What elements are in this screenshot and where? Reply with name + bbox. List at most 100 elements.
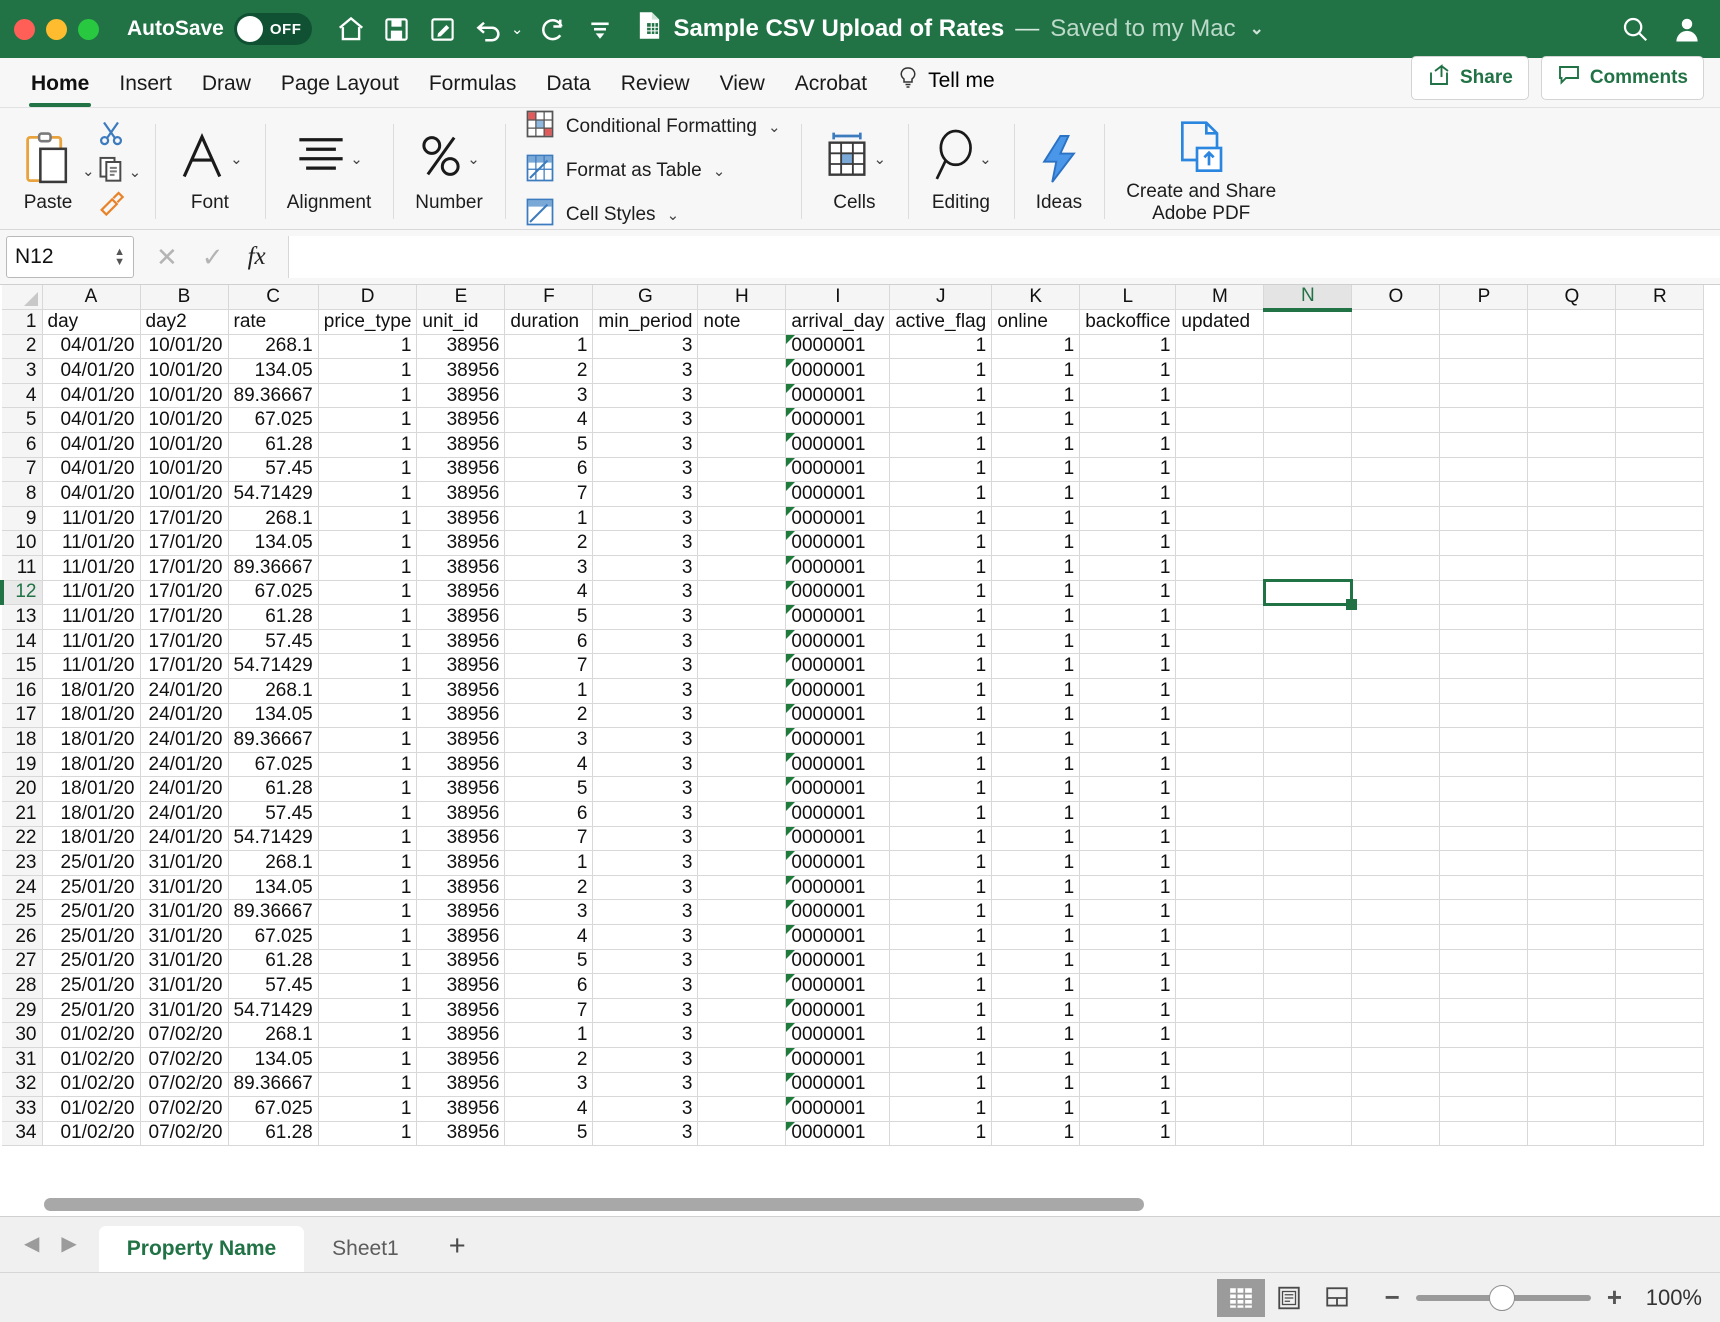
cell-L9[interactable]: 1 [1079, 506, 1177, 532]
cell-E8[interactable]: 38956 [416, 481, 506, 507]
cell-E28[interactable]: 38956 [416, 973, 506, 999]
cell-G14[interactable]: 3 [592, 629, 699, 655]
cell-O7[interactable] [1351, 457, 1441, 483]
cell-Q14[interactable] [1527, 629, 1617, 655]
insert-function-icon[interactable]: fx [248, 243, 266, 271]
cell-D14[interactable]: 1 [318, 629, 418, 655]
cell-F3[interactable]: 2 [504, 358, 594, 384]
cell-F17[interactable]: 2 [504, 703, 594, 729]
table-row[interactable]: 33 01/02/20 07/02/20 67.025 1 38956 4 3 0000001 1… [2, 1096, 1705, 1122]
cell-H31[interactable] [697, 1047, 787, 1073]
row-header-26[interactable]: 26 [2, 924, 43, 950]
table-row[interactable]: 1 day day2 rate price_type unit_id duration min… [2, 309, 1705, 335]
cell-O17[interactable] [1351, 703, 1441, 729]
cell-H23[interactable] [697, 850, 787, 876]
cell-G22[interactable]: 3 [592, 826, 699, 852]
cell-I17[interactable]: 0000001 [785, 703, 891, 729]
cell-O28[interactable] [1351, 973, 1441, 999]
cell-F2[interactable]: 1 [504, 334, 594, 360]
cell-O30[interactable] [1351, 1022, 1441, 1048]
cell-M30[interactable] [1175, 1022, 1265, 1048]
cell-H25[interactable] [697, 899, 787, 925]
cell-J19[interactable]: 1 [889, 752, 993, 778]
page-break-view-button[interactable] [1313, 1279, 1361, 1317]
cell-D30[interactable]: 1 [318, 1022, 418, 1048]
cell-G17[interactable]: 3 [592, 703, 699, 729]
cell-C33[interactable]: 67.025 [228, 1096, 319, 1122]
cell-M19[interactable] [1175, 752, 1265, 778]
cell-J22[interactable]: 1 [889, 826, 993, 852]
cell-M9[interactable] [1175, 506, 1265, 532]
cell-B27[interactable]: 31/01/20 [140, 949, 229, 975]
row-header-12[interactable]: 12 [0, 580, 43, 606]
cell-styles-chevron-icon[interactable]: ⌄ [667, 206, 680, 224]
cell-D2[interactable]: 1 [318, 334, 418, 360]
row-header-22[interactable]: 22 [2, 826, 43, 852]
cell-O25[interactable] [1351, 899, 1441, 925]
cell-H10[interactable] [697, 530, 787, 557]
cell-E1[interactable]: unit_id [416, 309, 506, 335]
cell-N16[interactable] [1263, 678, 1353, 704]
cell-K23[interactable]: 1 [991, 850, 1081, 876]
format-as-table-chevron-icon[interactable]: ⌄ [713, 162, 726, 180]
zoom-out-button[interactable]: − [1385, 1282, 1400, 1313]
cell-N22[interactable] [1263, 826, 1353, 852]
cell-Q7[interactable] [1527, 457, 1617, 483]
cell-L30[interactable]: 1 [1079, 1022, 1177, 1048]
cell-F1[interactable]: duration [504, 309, 594, 335]
cell-N28[interactable] [1263, 973, 1353, 999]
cell-H16[interactable] [697, 678, 787, 704]
row-header-32[interactable]: 32 [2, 1072, 43, 1098]
cell-styles-button[interactable]: Cell Styles ⌄ [525, 197, 781, 233]
save-icon[interactable] [382, 14, 412, 44]
cell-N19[interactable] [1263, 752, 1353, 778]
cell-B11[interactable]: 17/01/20 [140, 555, 229, 581]
horizontal-scrollbar[interactable] [44, 1198, 1144, 1211]
cell-D15[interactable]: 1 [318, 653, 418, 679]
cell-H21[interactable] [697, 801, 787, 827]
cell-A7[interactable]: 04/01/20 [42, 457, 141, 483]
cell-E20[interactable]: 38956 [416, 776, 506, 802]
cell-M13[interactable] [1175, 604, 1265, 630]
cell-M27[interactable] [1175, 949, 1265, 975]
cell-E9[interactable]: 38956 [416, 506, 506, 532]
cell-E19[interactable]: 38956 [416, 752, 506, 778]
cell-I5[interactable]: 0000001 [785, 407, 891, 434]
cell-J6[interactable]: 1 [889, 432, 993, 458]
cell-C4[interactable]: 89.36667 [228, 383, 319, 409]
cell-I33[interactable]: 0000001 [785, 1096, 891, 1122]
cell-N12[interactable] [1263, 580, 1353, 606]
cell-G5[interactable]: 3 [592, 407, 699, 434]
row-header-20[interactable]: 20 [2, 776, 43, 802]
cell-K24[interactable]: 1 [991, 875, 1081, 901]
table-row[interactable]: 14 11/01/20 17/01/20 57.45 1 38956 6 3 0000001 1 1… [2, 629, 1705, 655]
table-row[interactable]: 17 18/01/20 24/01/20 134.05 1 38956 2 3 0000001 1… [2, 703, 1705, 729]
cell-I20[interactable]: 0000001 [785, 776, 891, 802]
cell-H26[interactable] [697, 924, 787, 950]
row-header-24[interactable]: 24 [2, 875, 43, 901]
row-header-33[interactable]: 33 [2, 1096, 43, 1122]
cell-O9[interactable] [1351, 506, 1441, 532]
cell-I27[interactable]: 0000001 [785, 949, 891, 975]
cell-M7[interactable] [1175, 457, 1265, 483]
cell-Q26[interactable] [1527, 924, 1617, 950]
table-row[interactable]: 7 04/01/20 10/01/20 57.45 1 38956 6 3 0000001 1 1 1 [2, 457, 1705, 483]
cell-N31[interactable] [1263, 1047, 1353, 1073]
cell-J25[interactable]: 1 [889, 899, 993, 925]
cell-G24[interactable]: 3 [592, 875, 699, 901]
cell-F11[interactable]: 3 [504, 555, 594, 581]
table-row[interactable]: 11 11/01/20 17/01/20 89.36667 1 38956 3 3 000000… [2, 555, 1705, 581]
cell-R30[interactable] [1615, 1022, 1705, 1048]
cell-P13[interactable] [1439, 604, 1529, 630]
cell-D5[interactable]: 1 [318, 407, 418, 434]
cell-O15[interactable] [1351, 653, 1441, 679]
cell-B29[interactable]: 31/01/20 [140, 998, 229, 1024]
cell-Q20[interactable] [1527, 776, 1617, 802]
table-row[interactable]: 31 01/02/20 07/02/20 134.05 1 38956 2 3 0000001 1… [2, 1047, 1705, 1073]
cell-N14[interactable] [1263, 629, 1353, 655]
save-as-icon[interactable] [428, 14, 458, 44]
cell-K19[interactable]: 1 [991, 752, 1081, 778]
cell-B30[interactable]: 07/02/20 [140, 1022, 229, 1048]
cell-I10[interactable]: 0000001 [785, 530, 891, 557]
cell-E25[interactable]: 38956 [416, 899, 506, 925]
